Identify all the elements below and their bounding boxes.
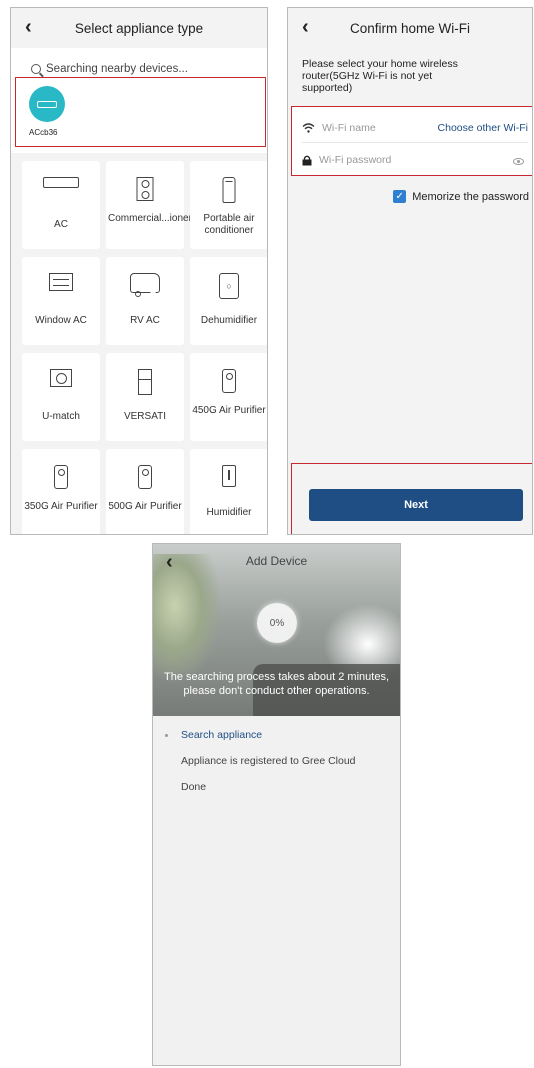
- steps-list: [153, 716, 400, 1065]
- appliance-tile-450g-purifier[interactable]: 450G Air Purifier: [190, 353, 267, 441]
- memorize-password-toggle[interactable]: ✓ Memorize the password: [393, 190, 529, 203]
- wifi-icon: [302, 123, 315, 133]
- appliance-tile-rv-ac[interactable]: RV AC: [106, 257, 184, 345]
- back-arrow-icon[interactable]: ‹: [302, 17, 309, 37]
- step-registered: Appliance is registered to Gree Cloud: [181, 755, 356, 767]
- versati-icon: [138, 369, 152, 395]
- appliance-label: Window AC: [35, 315, 87, 326]
- page-title: Select appliance type: [74, 20, 204, 36]
- air-purifier-icon: [138, 465, 152, 489]
- info-message: The searching process takes about 2 minu…: [163, 671, 389, 697]
- appliance-label: Humidifier: [206, 507, 252, 518]
- air-purifier-icon: [54, 465, 68, 489]
- appliance-label: 350G Air Purifier: [24, 501, 98, 512]
- appliance-tile-350g-purifier[interactable]: 350G Air Purifier: [22, 449, 100, 534]
- ac-unit-icon: [43, 177, 79, 188]
- choose-other-wifi-link[interactable]: Choose other Wi-Fi: [438, 122, 528, 134]
- next-button[interactable]: Next: [309, 489, 523, 521]
- confirm-wifi-screen: ‹ Confirm home Wi-Fi Please select your …: [287, 7, 533, 535]
- lock-icon: [302, 155, 312, 166]
- appliance-label: 500G Air Purifier: [108, 501, 182, 512]
- window-ac-icon: [49, 273, 73, 291]
- appliance-tile-humidifier[interactable]: Humidifier: [190, 449, 267, 534]
- header: ‹ Confirm home Wi-Fi: [288, 8, 532, 48]
- wifi-name-field[interactable]: Wi-Fi name: [302, 122, 376, 134]
- bullet-icon: [165, 734, 168, 737]
- humidifier-icon: [222, 465, 236, 487]
- appliance-tile-versati[interactable]: VERSATI: [106, 353, 184, 441]
- appliance-label: AC: [54, 219, 68, 230]
- divider: [302, 142, 528, 143]
- ac-unit-icon: [37, 100, 57, 108]
- step-done: Done: [181, 781, 207, 793]
- rv-icon: [130, 273, 160, 297]
- appliance-label: RV AC: [130, 315, 160, 326]
- header: ‹ Select appliance type: [11, 8, 267, 48]
- page-title: Confirm home Wi-Fi: [349, 20, 470, 36]
- appliance-grid: AC Commercial...ioner Portable air condi…: [22, 161, 267, 534]
- portable-ac-icon: [222, 177, 236, 203]
- appliance-label: Portable air conditioner: [203, 213, 255, 236]
- instructions: Please select your home wireless router(…: [302, 58, 458, 94]
- appliance-label: U-match: [42, 411, 80, 422]
- appliance-label: Dehumidifier: [200, 315, 258, 326]
- back-arrow-icon[interactable]: ‹: [25, 17, 32, 37]
- appliance-tile-ac[interactable]: AC: [22, 161, 100, 249]
- appliance-tile-dehumidifier[interactable]: ○ Dehumidifier: [190, 257, 267, 345]
- search-icon: [31, 64, 41, 74]
- found-device-name: ACcb36: [29, 128, 58, 137]
- select-appliance-screen: ‹ Select appliance type Searching nearby…: [10, 7, 268, 535]
- searching-status: Searching nearby devices...: [31, 63, 188, 75]
- appliance-tile-500g-purifier[interactable]: 500G Air Purifier: [106, 449, 184, 534]
- appliance-tile-portable[interactable]: Portable air conditioner: [190, 161, 267, 249]
- appliance-label: Commercial...ioner: [108, 213, 192, 224]
- found-device-button[interactable]: [29, 86, 65, 122]
- page-title: Add Device: [245, 554, 308, 568]
- dehumidifier-icon: ○: [219, 273, 239, 299]
- show-password-icon[interactable]: [513, 158, 524, 165]
- wifi-password-placeholder: Wi-Fi password: [319, 154, 392, 166]
- appliance-tile-u-match[interactable]: U-match: [22, 353, 100, 441]
- wifi-password-field[interactable]: Wi-Fi password: [302, 154, 391, 166]
- appliance-tile-commercial[interactable]: Commercial...ioner: [106, 161, 192, 249]
- appliance-label: VERSATI: [123, 411, 167, 422]
- memorize-label: Memorize the password: [412, 190, 529, 203]
- commercial-ac-icon: [136, 177, 154, 201]
- wifi-name-placeholder: Wi-Fi name: [322, 122, 376, 134]
- appliance-tile-window-ac[interactable]: Window AC: [22, 257, 100, 345]
- step-search-appliance: Search appliance: [181, 729, 263, 741]
- progress-indicator: 0%: [257, 603, 297, 643]
- add-device-screen: ‹ Add Device 0% The searching process ta…: [152, 543, 401, 1066]
- checkbox-icon[interactable]: ✓: [393, 190, 407, 203]
- u-match-icon: [50, 369, 72, 387]
- appliance-label: 450G Air Purifier: [192, 405, 266, 416]
- searching-label: Searching nearby devices...: [46, 63, 188, 75]
- air-purifier-icon: [222, 369, 236, 393]
